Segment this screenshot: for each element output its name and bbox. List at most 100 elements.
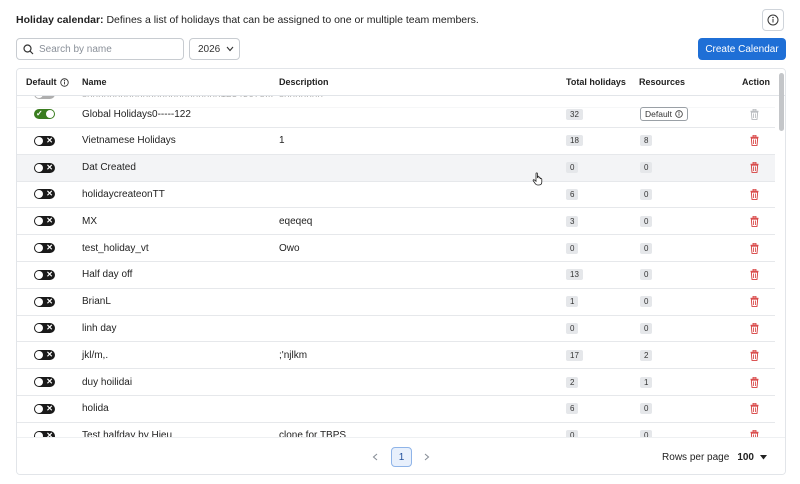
toggle-switch[interactable]: ✕ <box>34 243 55 253</box>
toggle-switch[interactable]: ✕ <box>34 269 55 280</box>
table-row[interactable]: ✕ test_holiday_vt Owo 0 0 <box>17 235 775 262</box>
toggle-switch[interactable]: ✕ <box>34 377 55 387</box>
default-toggle[interactable]: ✓ <box>34 101 55 127</box>
default-toggle[interactable]: ✕ <box>34 128 55 154</box>
default-toggle[interactable]: ✕ <box>34 342 55 368</box>
x-icon: ✕ <box>46 403 53 413</box>
table-row[interactable]: ✓ Global Holidays0-----122 32 Default <box>17 101 775 128</box>
page-title-description: Defines a list of holidays that can be a… <box>103 14 479 26</box>
table-row[interactable]: ✕ holida 6 0 <box>17 396 775 423</box>
toggle-switch[interactable]: ✕ <box>34 135 55 146</box>
row-total-holidays: 3 <box>566 208 579 234</box>
default-toggle[interactable]: ✕ <box>34 235 55 261</box>
vertical-scrollbar[interactable] <box>779 73 784 131</box>
default-toggle[interactable]: ✕ <box>34 289 55 315</box>
delete-button[interactable] <box>750 181 759 207</box>
toggle-knob <box>35 324 43 333</box>
row-resources: Default <box>640 101 688 127</box>
info-button[interactable] <box>762 9 784 31</box>
rows-per-page-value[interactable]: 100 <box>737 452 754 463</box>
total-holidays-count: 2 <box>566 376 579 388</box>
default-toggle[interactable]: ✕ <box>34 262 55 288</box>
row-total-holidays: 6 <box>566 396 579 422</box>
default-toggle[interactable]: ✕ <box>34 208 55 234</box>
table-row[interactable]: ✕ Test halfday by Hieu clone for TBPS 0 0 <box>17 423 775 437</box>
table-row[interactable]: ✕ Dat Created 0 0 <box>17 154 775 182</box>
table-row[interactable]: ✕ Vietnamese Holidays 1 18 8 <box>17 128 775 155</box>
search-box[interactable] <box>16 38 184 60</box>
toggle-switch[interactable]: ✕ <box>34 189 55 200</box>
create-calendar-button[interactable]: Create Calendar <box>698 38 786 60</box>
x-icon: ✕ <box>46 296 53 306</box>
toggle-switch[interactable]: ✕ <box>34 403 55 414</box>
row-name: Half day off <box>82 269 133 281</box>
resources-count: 0 <box>640 215 653 227</box>
toggle-switch[interactable]: ✕ <box>34 323 55 334</box>
year-select[interactable]: 2026 <box>189 38 240 60</box>
toggle-switch[interactable]: ✕ <box>34 350 55 361</box>
delete-button[interactable] <box>750 155 759 181</box>
delete-button[interactable] <box>750 128 759 154</box>
toggle-switch[interactable]: ✕ <box>34 216 55 227</box>
delete-button[interactable] <box>750 342 759 368</box>
row-description: Owo <box>279 242 300 254</box>
total-holidays-count: 1 <box>566 296 579 308</box>
toggle-switch[interactable]: ✕ <box>34 296 55 307</box>
holiday-calendar-table: Default Name Description Total holidays … <box>16 68 786 475</box>
delete-button[interactable] <box>750 423 759 437</box>
toggle-switch[interactable]: ✕ <box>34 162 55 173</box>
row-total-holidays: 2 <box>566 369 579 395</box>
table-row[interactable]: ✕ BrianL 1 0 <box>17 289 775 316</box>
table-row[interactable]: ✕ Half day off 13 0 <box>17 262 775 289</box>
resources-count: 0 <box>640 296 653 308</box>
caret-down-icon[interactable] <box>760 455 767 460</box>
info-icon[interactable] <box>675 110 683 118</box>
default-toggle[interactable]: ✕ <box>34 315 55 341</box>
toggle-knob <box>35 190 43 199</box>
table-row[interactable]: ✕ linh day 0 0 <box>17 315 775 343</box>
table-row[interactable]: ✕ MX eqeqeq 3 0 <box>17 208 775 236</box>
delete-button[interactable] <box>750 396 759 422</box>
default-toggle[interactable]: ✕ <box>34 396 55 422</box>
resources-count: 0 <box>640 188 653 200</box>
resources-count: 0 <box>640 162 653 174</box>
total-holidays-count: 6 <box>566 188 579 200</box>
default-toggle[interactable]: ✕ <box>34 155 55 181</box>
x-icon: ✕ <box>46 216 53 226</box>
table-row[interactable]: ✕ jkl/m,. ;'njlkm 17 2 <box>17 342 775 370</box>
x-icon: ✕ <box>46 189 53 199</box>
toggle-switch[interactable]: ✓ <box>34 109 55 119</box>
delete-button[interactable] <box>750 235 759 261</box>
delete-button[interactable] <box>750 369 759 395</box>
row-total-holidays: 13 <box>566 262 583 288</box>
trash-icon <box>750 322 759 334</box>
default-toggle[interactable]: ✕ <box>34 423 55 437</box>
total-holidays-count: 17 <box>566 349 583 361</box>
page-title-label: Holiday calendar: <box>16 14 104 26</box>
delete-button[interactable] <box>750 289 759 315</box>
row-total-holidays: 32 <box>566 101 583 127</box>
resources-count: 0 <box>640 269 653 281</box>
default-toggle[interactable]: ✕ <box>34 181 55 207</box>
row-description: eqeqeq <box>279 215 313 227</box>
search-input[interactable] <box>39 43 169 55</box>
x-icon: ✕ <box>46 269 53 279</box>
delete-button[interactable] <box>750 208 759 234</box>
row-total-holidays: 6 <box>566 181 579 207</box>
row-resources: 2 <box>640 342 653 368</box>
trash-icon <box>750 349 759 361</box>
row-total-holidays: 0 <box>566 155 579 181</box>
toggle-knob <box>35 351 43 360</box>
page-1-button[interactable]: 1 <box>391 447 412 467</box>
info-icon[interactable] <box>59 77 69 87</box>
toggle-knob <box>35 404 43 413</box>
default-toggle[interactable]: ✕ <box>34 369 55 395</box>
prev-page-button[interactable] <box>365 447 385 467</box>
default-tag-label: Default <box>645 109 672 119</box>
delete-button[interactable] <box>750 315 759 341</box>
next-page-button[interactable] <box>417 447 437 467</box>
table-row[interactable]: ✕ holidaycreateonTT 6 0 <box>17 181 775 209</box>
table-row[interactable]: ✕ duy hoilidai 2 1 <box>17 369 775 396</box>
trash-icon <box>750 188 759 200</box>
delete-button[interactable] <box>750 262 759 288</box>
